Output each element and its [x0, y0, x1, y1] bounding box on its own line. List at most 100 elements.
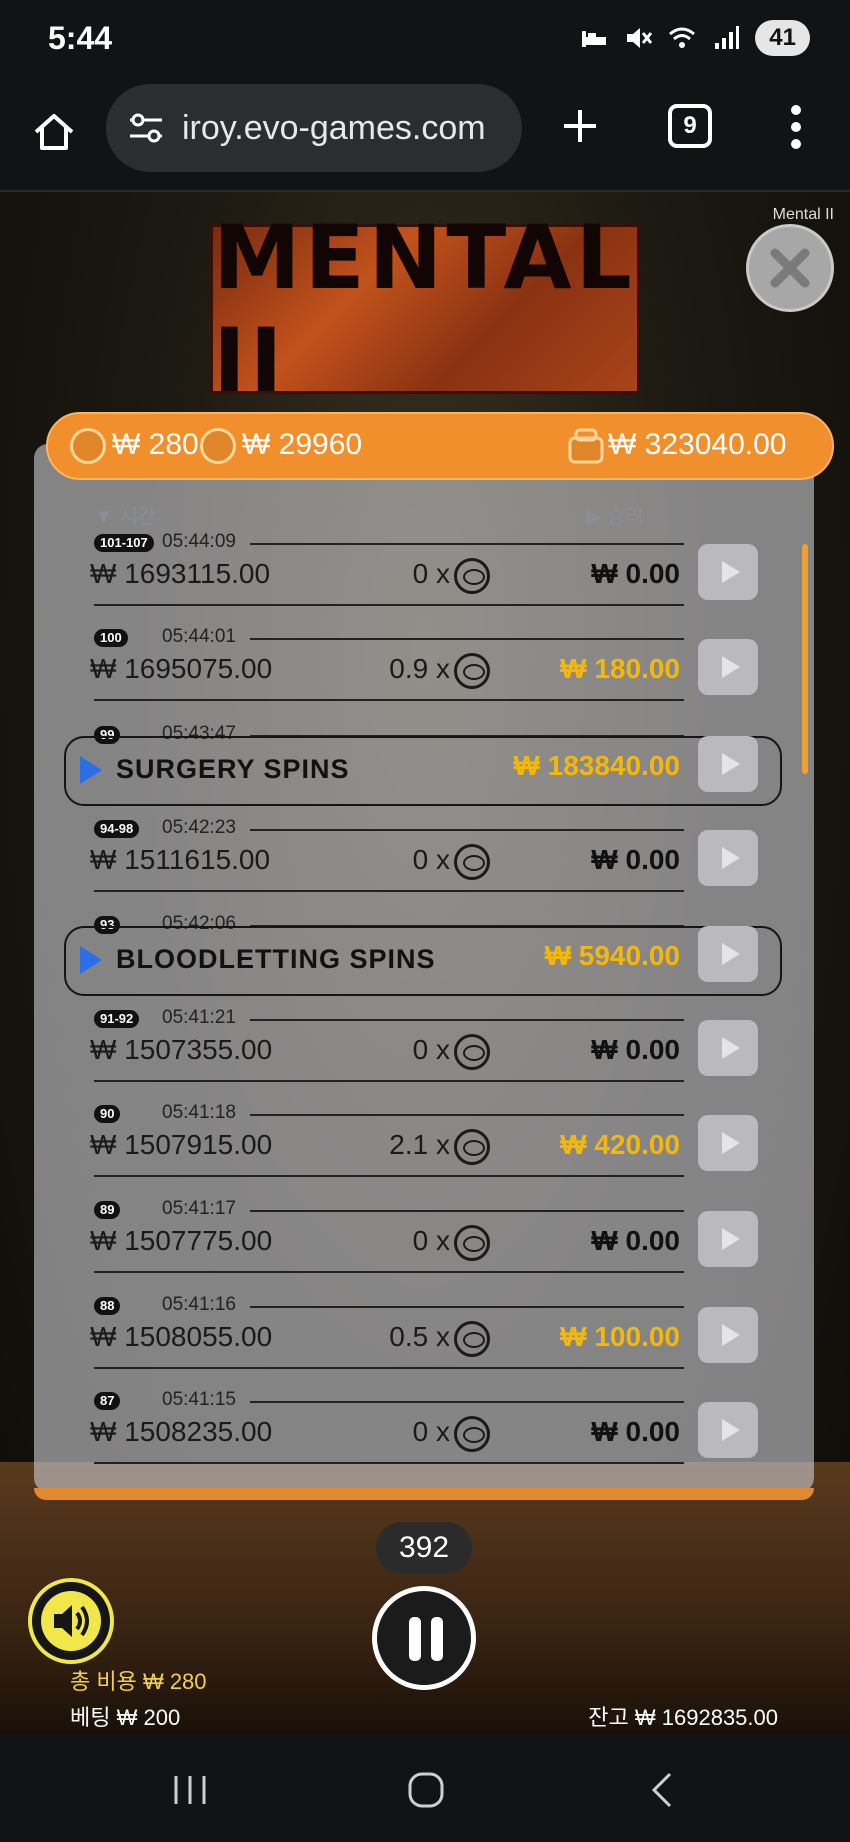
divider	[94, 699, 684, 701]
feature-name: SURGERY SPINS	[116, 754, 350, 784]
header-cost: ₩ 280	[112, 428, 199, 461]
divider	[250, 1306, 684, 1308]
row-balance: ₩ 1693115.00	[90, 558, 271, 589]
divider	[250, 543, 684, 545]
row-time: 05:41:16	[162, 1294, 236, 1315]
tab-switcher-button[interactable]: 9	[668, 104, 712, 148]
feature-name: BLOODLETTING SPINS	[116, 944, 436, 974]
status-time: 5:44	[48, 20, 113, 56]
round-badge: 90	[94, 1105, 121, 1123]
row-time: 05:41:18	[162, 1102, 236, 1123]
history-header: ₩ 280 ₩ 29960 ₩ 323040.00	[46, 412, 834, 480]
sort-down-icon: ▼	[94, 506, 114, 528]
coin-icon	[454, 1416, 490, 1452]
balance: 잔고 ₩ 1692835.00	[588, 1705, 778, 1730]
replay-button[interactable]	[698, 830, 758, 886]
coin-icon	[454, 653, 490, 689]
coin-icon	[200, 428, 236, 464]
row-time: 05:41:17	[162, 1198, 236, 1219]
row-win: ₩ 180.00	[560, 653, 680, 684]
play-icon	[80, 756, 102, 784]
status-bar: 5:44 41	[0, 0, 850, 80]
history-panel-footer	[34, 1488, 814, 1500]
site-settings-icon[interactable]	[126, 110, 166, 146]
column-time-label: 시간	[119, 506, 157, 528]
row-win: ₩ 0.00	[591, 1225, 680, 1256]
history-row: 90 05:41:18 ₩ 1507915.00 2.1 x ₩ 420.00	[34, 1102, 814, 1201]
replay-button[interactable]	[698, 1020, 758, 1076]
replay-button[interactable]	[698, 1307, 758, 1363]
game-canvas: MENTAL II Mental II ₩ 280 ₩ 29960 ₩ 3230…	[0, 192, 850, 1734]
column-win[interactable]: ▶ 승리	[586, 500, 644, 529]
row-win: ₩ 420.00	[560, 1129, 680, 1160]
replay-button[interactable]	[698, 544, 758, 600]
coin-icon	[454, 1034, 490, 1070]
home-icon[interactable]	[30, 108, 78, 156]
row-multiplier: 0 x	[412, 1416, 450, 1447]
coin-icon	[70, 428, 106, 464]
history-row: 88 05:41:16 ₩ 1508055.00 0.5 x ₩ 100.00	[34, 1294, 814, 1393]
round-badge: 94-98	[94, 820, 140, 838]
divider	[94, 1080, 684, 1082]
row-time: 05:44:09	[162, 531, 236, 552]
row-time: 05:42:23	[162, 817, 236, 838]
url-text[interactable]: iroy.evo-games.com	[182, 109, 486, 148]
bet-amount: 베팅 ₩ 200	[70, 1705, 181, 1730]
header-balance: ₩ 323040.00	[608, 428, 787, 461]
round-badge: 88	[94, 1297, 121, 1315]
coin-icon	[454, 844, 490, 880]
bed-icon	[582, 31, 607, 47]
new-tab-icon[interactable]	[558, 104, 602, 148]
replay-button[interactable]	[698, 639, 758, 695]
home-nav-icon[interactable]	[402, 1770, 450, 1810]
pause-button[interactable]	[372, 1586, 476, 1690]
sort-right-icon: ▶	[586, 506, 602, 528]
replay-button[interactable]	[698, 1402, 758, 1458]
replay-button[interactable]	[698, 1115, 758, 1171]
row-multiplier: 2.1 x	[389, 1129, 450, 1160]
close-icon	[770, 248, 810, 288]
round-badge: 87	[94, 1392, 121, 1410]
history-row: 89 05:41:17 ₩ 1507775.00 0 x ₩ 0.00	[34, 1198, 814, 1297]
divider	[250, 1401, 684, 1403]
history-panel: ₩ 280 ₩ 29960 ₩ 323040.00 ▼ 시간 ▶ 승리 101-…	[34, 412, 834, 1500]
game-logo-text: MENTAL II	[213, 206, 636, 412]
history-row: 87 05:41:15 ₩ 1508235.00 0 x ₩ 0.00	[34, 1389, 814, 1488]
row-multiplier: 0.9 x	[389, 653, 450, 684]
play-icon	[80, 946, 102, 974]
round-badge: 89	[94, 1201, 121, 1219]
row-win: ₩ 100.00	[560, 1321, 680, 1352]
total-cost: 총 비용 ₩ 280	[70, 1669, 207, 1694]
divider	[94, 604, 684, 606]
divider	[250, 829, 684, 831]
recent-apps-icon[interactable]	[166, 1770, 214, 1810]
close-button[interactable]	[746, 224, 834, 312]
system-nav-bar	[0, 1734, 850, 1842]
column-time[interactable]: ▼ 시간	[94, 500, 156, 529]
row-multiplier: 0 x	[412, 844, 450, 875]
replay-button[interactable]	[698, 736, 758, 792]
sound-button[interactable]	[28, 1578, 114, 1664]
battery-level: 41	[755, 20, 810, 56]
pause-icon	[409, 1617, 421, 1661]
row-multiplier: 0 x	[412, 1034, 450, 1065]
history-row: 94-98 05:42:23 ₩ 1511615.00 0 x ₩ 0.00	[34, 817, 814, 916]
divider	[94, 1462, 684, 1464]
row-time: 05:41:21	[162, 1007, 236, 1028]
divider	[250, 638, 684, 640]
row-win: ₩ 5940.00	[544, 940, 680, 971]
more-options-icon[interactable]	[786, 102, 806, 152]
address-bar[interactable]: iroy.evo-games.com	[106, 84, 522, 172]
game-name: Mental II	[772, 206, 834, 223]
header-bet-total: ₩ 29960	[242, 428, 363, 461]
round-badge: 101-107	[94, 534, 154, 552]
history-row: 101-107 05:44:09 ₩ 1693115.00 0 x ₩ 0.00	[34, 531, 814, 630]
pause-icon	[431, 1617, 443, 1661]
wifi-icon	[669, 27, 696, 48]
wallet-icon	[568, 428, 604, 464]
row-win: ₩ 0.00	[591, 1034, 680, 1065]
replay-button[interactable]	[698, 926, 758, 982]
row-balance: ₩ 1507775.00	[90, 1225, 273, 1256]
replay-button[interactable]	[698, 1211, 758, 1267]
back-icon[interactable]	[640, 1770, 688, 1810]
